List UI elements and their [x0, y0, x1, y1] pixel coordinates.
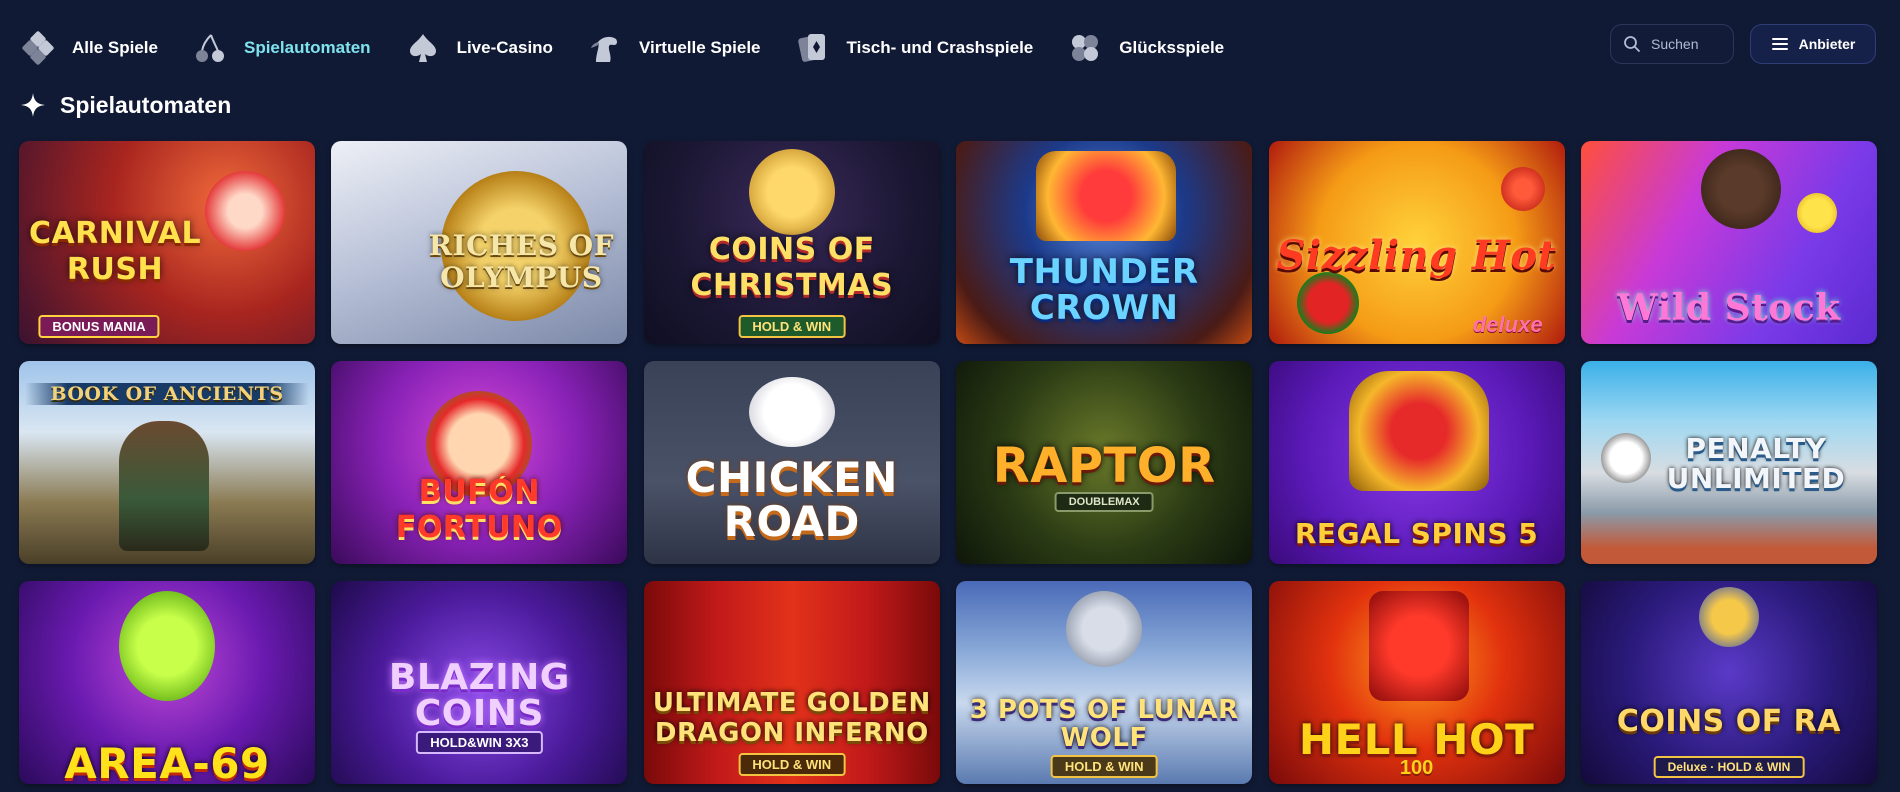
game-subtitle: HOLD & WIN — [738, 315, 846, 338]
cherries — [1500, 167, 1545, 211]
game-title: Carnival Rush — [28, 216, 202, 287]
provider-filter-button[interactable]: Anbieter — [1750, 24, 1876, 64]
game-tile-wild-stock[interactable]: Wild Stock — [1580, 141, 1877, 344]
nav-item-alle-spiele[interactable]: Alle Spiele — [20, 30, 158, 66]
watermelon — [1296, 272, 1359, 334]
cherries-icon — [192, 30, 228, 66]
nav-label: Virtuelle Spiele — [638, 38, 761, 57]
provider-button-label: Anbieter — [1798, 36, 1856, 52]
game-title: Book of Ancients — [25, 383, 309, 405]
explorer-figure — [119, 421, 209, 551]
game-subtitle: 100 — [1399, 757, 1434, 779]
nav-item-live-casino[interactable]: Live-Casino — [405, 30, 553, 66]
playing-card-icon — [795, 30, 831, 66]
game-title: 3 Pots of Lunar Wolf — [969, 695, 1239, 753]
game-tile-coins-of-ra[interactable]: Coins of Ra Deluxe · HOLD & WIN — [1580, 581, 1877, 784]
game-title: Area-69 — [64, 739, 270, 785]
game-tile-coins-of-christmas[interactable]: Coins of Christmas HOLD & WIN — [643, 141, 940, 344]
game-subtitle: HOLD & WIN — [1050, 755, 1158, 778]
horse-icon — [587, 30, 623, 66]
dancer-figure — [1700, 149, 1781, 229]
game-grid: Carnival Rush BONUS MANIA Riches of Olym… — [19, 141, 1877, 784]
nav-label: Glücksspiele — [1119, 38, 1225, 57]
alien-head — [119, 591, 215, 701]
game-tile-chicken-road[interactable]: Chicken Road — [643, 361, 940, 564]
game-title: Penalty Unlimited — [1666, 432, 1846, 495]
game-subtitle: Deluxe · HOLD & WIN — [1653, 756, 1805, 778]
nav-item-spielautomaten[interactable]: Spielautomaten — [192, 30, 371, 66]
section-heading: Spielautomaten — [20, 88, 231, 122]
game-title: Regal Spins 5 — [1294, 517, 1539, 550]
category-nav: Alle Spiele Spielautomaten Live-Casino V… — [20, 28, 1258, 68]
game-tile-riches-of-olympus[interactable]: Riches of Olympus — [331, 141, 628, 344]
sparkle-icon — [21, 93, 45, 117]
game-title: Coins of Christmas — [690, 232, 894, 303]
game-title: Raptor — [992, 438, 1216, 494]
crown-graphic — [1348, 371, 1489, 491]
game-tile-blazing-coins[interactable]: Blazing Coins HOLD&WIN 3X3 — [331, 581, 628, 784]
cards-grid-icon — [20, 30, 56, 66]
clown-figure — [205, 171, 285, 251]
game-tile-3-pots-of-lunar-wolf[interactable]: 3 Pots of Lunar Wolf HOLD & WIN — [956, 581, 1253, 784]
game-tile-ultimate-golden-dragon-inferno[interactable]: Ultimate Golden Dragon Inferno HOLD & WI… — [643, 581, 940, 784]
game-tile-raptor[interactable]: Raptor DOUBLEMAX — [956, 361, 1253, 564]
smiley-coin — [1796, 193, 1837, 233]
game-tile-area-69[interactable]: Area-69 — [19, 581, 315, 784]
game-tile-regal-spins-5[interactable]: Regal Spins 5 — [1268, 361, 1565, 564]
game-subtitle: HOLD&WIN 3X3 — [416, 731, 543, 754]
game-title: Hell Hot — [1298, 715, 1535, 764]
pharaoh-figure — [1698, 587, 1759, 647]
menu-icon — [1771, 38, 1788, 50]
wolf-head — [1066, 591, 1143, 667]
game-title: Riches of Olympus — [428, 229, 614, 294]
nav-label: Live-Casino — [456, 38, 553, 57]
search-input[interactable] — [1649, 35, 1729, 53]
spade-icon — [405, 30, 441, 66]
game-tile-sizzling-hot[interactable]: Sizzling Hot deluxe — [1268, 141, 1565, 344]
top-navigation-bar: Alle Spiele Spielautomaten Live-Casino V… — [0, 0, 1900, 92]
game-title: Wild Stock — [1617, 287, 1841, 329]
game-subtitle: DOUBLEMAX — [1054, 492, 1154, 512]
nav-item-tisch-crashspiele[interactable]: Tisch- und Crashspiele — [795, 30, 1034, 66]
lucky-seven — [1368, 591, 1469, 701]
game-tile-thunder-crown[interactable]: Thunder Crown — [956, 141, 1253, 344]
game-subtitle: deluxe — [1472, 312, 1543, 337]
game-tile-book-of-ancients[interactable]: Book of Ancients — [19, 361, 315, 564]
game-tile-carnival-rush[interactable]: Carnival Rush BONUS MANIA — [19, 141, 315, 344]
game-title: Coins of Ra — [1616, 704, 1841, 739]
santa-coin — [748, 149, 835, 235]
search-icon — [1624, 36, 1640, 52]
nav-label: Tisch- und Crashspiele — [846, 38, 1034, 57]
chicken-figure — [748, 377, 835, 447]
game-tile-hell-hot[interactable]: Hell Hot 100 — [1268, 581, 1565, 784]
nav-item-virtuelle-spiele[interactable]: Virtuelle Spiele — [587, 30, 761, 66]
nav-label: Alle Spiele — [72, 38, 158, 57]
section-title: Spielautomaten — [60, 91, 232, 118]
clover-icon — [1067, 30, 1103, 66]
game-title: Chicken Road — [685, 453, 898, 546]
nav-label: Spielautomaten — [243, 38, 371, 57]
game-tile-penalty-unlimited[interactable]: Penalty Unlimited — [1580, 361, 1877, 564]
game-title: Thunder Crown — [1009, 252, 1199, 328]
game-title: Bufón Fortuno — [396, 474, 563, 545]
nav-item-gluecksspiele[interactable]: Glücksspiele — [1067, 30, 1224, 66]
search-box[interactable] — [1610, 24, 1734, 64]
game-title: Sizzling Hot — [1276, 232, 1557, 279]
game-title: Blazing Coins — [388, 657, 570, 734]
game-title: Ultimate Golden Dragon Inferno — [652, 688, 931, 748]
game-subtitle: HOLD & WIN — [738, 753, 846, 776]
crown-graphic — [1036, 151, 1177, 241]
game-tile-bufon-fortuno[interactable]: Bufón Fortuno — [331, 361, 628, 564]
game-subtitle: BONUS MANIA — [38, 315, 160, 338]
